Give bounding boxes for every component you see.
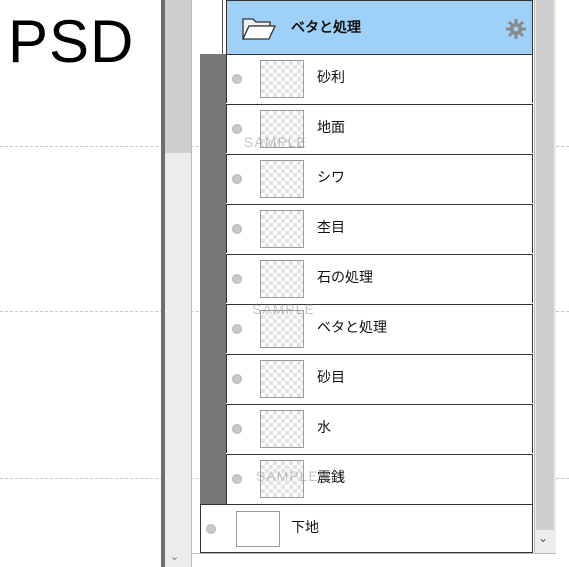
- scroll-down-icon[interactable]: ⌄: [170, 551, 179, 562]
- layer-row[interactable]: 砂利: [226, 54, 533, 103]
- right-scrollbar-thumb[interactable]: [536, 0, 554, 530]
- layer-thumbnail: [260, 410, 304, 448]
- layer-row[interactable]: シワ: [226, 154, 533, 203]
- gear-icon[interactable]: [505, 18, 527, 44]
- base-layer-label: 下地: [291, 520, 319, 536]
- group-label: ベタと処理: [291, 20, 361, 36]
- visibility-toggle[interactable]: [206, 524, 216, 534]
- panel-border: [191, 0, 192, 567]
- layer-thumbnail: [260, 360, 304, 398]
- layer-label: 地面: [317, 120, 345, 136]
- layer-thumbnail: [260, 210, 304, 248]
- layer-label: ベタと処理: [317, 320, 387, 336]
- layer-label: シワ: [317, 170, 345, 186]
- layer-thumbnail: [260, 260, 304, 298]
- folder-icon: [241, 15, 277, 47]
- layer-thumbnail: [236, 511, 280, 547]
- visibility-toggle[interactable]: [232, 224, 242, 234]
- layer-thumbnail: [260, 60, 304, 98]
- watermark: SAMPLE: [244, 134, 307, 150]
- visibility-toggle[interactable]: [232, 424, 242, 434]
- layer-row[interactable]: 杢目: [226, 204, 533, 253]
- layer-label: 石の処理: [317, 270, 373, 286]
- layer-label: 水: [317, 420, 331, 436]
- layer-thumbnail: [260, 160, 304, 198]
- left-scrollbar-thumb[interactable]: [165, 0, 191, 153]
- visibility-toggle[interactable]: [232, 174, 242, 184]
- base-layer-row[interactable]: 下地: [200, 504, 533, 553]
- watermark: SAMPLE: [256, 468, 319, 484]
- psd-title: PSD: [8, 8, 135, 75]
- layer-row[interactable]: 砂目: [226, 354, 533, 403]
- visibility-toggle[interactable]: [232, 124, 242, 134]
- group-visibility-cell[interactable]: [200, 0, 223, 54]
- layer-row[interactable]: 水: [226, 404, 533, 453]
- layer-label: 震銭: [317, 470, 345, 486]
- panel-bottom-border: [191, 553, 556, 554]
- visibility-toggle[interactable]: [232, 274, 242, 284]
- watermark: SAMPLE: [252, 301, 315, 317]
- layer-group-row[interactable]: ベタと処理: [226, 0, 533, 55]
- visibility-toggle[interactable]: [232, 474, 242, 484]
- visibility-toggle[interactable]: [232, 324, 242, 334]
- layer-label: 砂目: [317, 370, 345, 386]
- visibility-toggle[interactable]: [232, 74, 242, 84]
- visibility-toggle[interactable]: [232, 374, 242, 384]
- group-indent-strip: [200, 54, 226, 504]
- scroll-down-icon[interactable]: ⌄: [538, 532, 548, 544]
- layer-row[interactable]: 石の処理: [226, 254, 533, 303]
- layer-label: 杢目: [317, 220, 345, 236]
- layer-label: 砂利: [317, 70, 345, 86]
